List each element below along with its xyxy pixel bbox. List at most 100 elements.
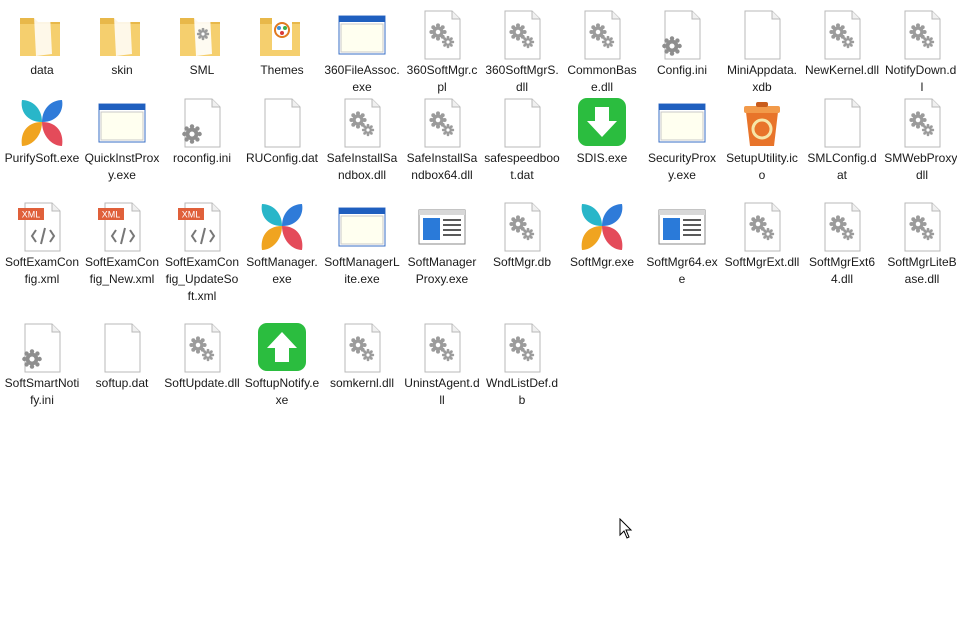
application-window-blue-icon [416, 202, 468, 252]
file-item[interactable]: SecurityProxy.exe [642, 92, 722, 184]
gear-file-icon [496, 202, 548, 252]
file-label: somkernl.dll [329, 376, 395, 390]
settings-file-icon [656, 10, 708, 60]
file-item[interactable]: SoftSmartNotify.ini [2, 317, 82, 409]
file-item[interactable]: MiniAppdata.xdb [722, 4, 802, 96]
file-label: Config.ini [656, 63, 708, 77]
file-item[interactable]: Config.ini [642, 4, 722, 79]
green-upload-icon [256, 323, 308, 373]
blank-file-icon [736, 10, 788, 60]
file-item[interactable]: skin [82, 4, 162, 79]
file-item[interactable]: 360FileAssoc.exe [322, 4, 402, 96]
file-label: 360FileAssoc.exe [324, 63, 400, 94]
file-item[interactable]: UninstAgent.dll [402, 317, 482, 409]
file-item[interactable]: SoftMgrLiteBase.dll [882, 196, 957, 288]
petal-logo-icon [16, 98, 68, 148]
file-label: CommonBase.dll [567, 63, 637, 94]
file-item[interactable]: safespeedboot.dat [482, 92, 562, 184]
file-label: SoftManagerProxy.exe [407, 255, 477, 286]
blank-file-icon [816, 98, 868, 148]
gear-file-icon [576, 10, 628, 60]
file-item[interactable]: SDIS.exe [562, 92, 642, 167]
blank-file-icon [496, 98, 548, 148]
file-label: Themes [260, 63, 304, 77]
file-item[interactable]: SoftMgr.exe [562, 196, 642, 271]
file-item[interactable]: SoftManager.exe [242, 196, 322, 288]
file-item[interactable]: SoftManagerProxy.exe [402, 196, 482, 288]
gear-file-icon [416, 323, 468, 373]
file-item[interactable]: SMLConfig.dat [802, 92, 882, 184]
file-item[interactable]: 360SoftMgr.cpl [402, 4, 482, 96]
gear-file-icon [896, 10, 948, 60]
file-item[interactable]: SoftMgr.db [482, 196, 562, 271]
file-item[interactable]: QuickInstProxy.exe [82, 92, 162, 184]
settings-file-icon [176, 98, 228, 148]
application-window-blue-icon [656, 202, 708, 252]
settings-file-icon [16, 323, 68, 373]
file-item[interactable]: SetupUtility.ico [722, 92, 802, 184]
file-item[interactable]: somkernl.dll [322, 317, 402, 392]
file-label: QuickInstProxy.exe [84, 151, 160, 182]
file-item[interactable]: SML [162, 4, 242, 79]
gear-file-icon [336, 98, 388, 148]
folder-icon [96, 10, 148, 60]
file-label: safespeedboot.dat [484, 151, 560, 182]
file-item[interactable]: SoftMgr64.exe [642, 196, 722, 288]
file-item[interactable]: PurifySoft.exe [2, 92, 82, 167]
file-item[interactable]: SoftMgrExt64.dll [802, 196, 882, 288]
folder-icon [16, 10, 68, 60]
svg-text:XML: XML [102, 210, 121, 220]
file-label: SoftMgr.exe [569, 255, 635, 269]
file-label: RUConfig.dat [245, 151, 319, 165]
file-label: SetupUtility.ico [726, 151, 798, 182]
file-item[interactable]: 360SoftMgrS.dll [482, 4, 562, 96]
file-item[interactable]: SoftupNotify.exe [242, 317, 322, 409]
file-item[interactable]: SMWebProxy.dll [882, 92, 957, 184]
file-item[interactable]: RUConfig.dat [242, 92, 322, 167]
file-item[interactable]: NewKernel.dll [802, 4, 882, 79]
file-label: SoftMgrLiteBase.dll [887, 255, 957, 286]
file-label: SoftMgr.db [492, 255, 552, 269]
file-item[interactable]: SafeInstallSandbox64.dll [402, 92, 482, 184]
gear-file-icon [496, 323, 548, 373]
file-item[interactable]: roconfig.ini [162, 92, 242, 167]
gear-file-icon [736, 202, 788, 252]
file-item[interactable]: CommonBase.dll [562, 4, 642, 96]
file-label: SoftMgrExt.dll [724, 255, 800, 269]
application-window-icon [96, 98, 148, 148]
petal-logo-icon [256, 202, 308, 252]
file-item[interactable]: SoftManagerLite.exe [322, 196, 402, 288]
file-item[interactable]: data [2, 4, 82, 79]
file-item[interactable]: WndListDef.db [482, 317, 562, 409]
file-label: softup.dat [95, 376, 149, 390]
file-label: data [30, 63, 54, 77]
file-item[interactable]: XML SoftExamConfig_UpdateSoft.xml [162, 196, 242, 305]
file-label: SoftSmartNotify.ini [4, 376, 80, 407]
file-item[interactable]: Themes [242, 4, 322, 79]
file-label: SMWebProxy.dll [884, 151, 957, 182]
file-label: SoftUpdate.dll [164, 376, 240, 390]
file-item[interactable]: XML SoftExamConfig.xml [2, 196, 82, 288]
file-label: 360SoftMgr.cpl [406, 63, 478, 94]
file-label: SDIS.exe [576, 151, 628, 165]
file-item[interactable]: softup.dat [82, 317, 162, 392]
file-label: SafeInstallSandbox64.dll [406, 151, 478, 182]
file-label: SoftupNotify.exe [244, 376, 320, 407]
gear-file-icon [816, 202, 868, 252]
file-item[interactable]: SoftUpdate.dll [162, 317, 242, 392]
mouse-cursor-icon [619, 518, 633, 539]
file-label: SecurityProxy.exe [647, 151, 717, 182]
application-window-icon [656, 98, 708, 148]
file-item[interactable]: NotifyDown.dll [882, 4, 957, 96]
file-item[interactable]: XML SoftExamConfig_New.xml [82, 196, 162, 288]
application-window-icon [336, 10, 388, 60]
xml-file-icon: XML [96, 202, 148, 252]
svg-text:XML: XML [22, 210, 41, 220]
petal-logo-icon [576, 202, 628, 252]
file-item[interactable]: SafeInstallSandbox.dll [322, 92, 402, 184]
file-label: PurifySoft.exe [4, 151, 80, 165]
file-label: NotifyDown.dll [884, 63, 957, 94]
file-label: SoftMgr64.exe [646, 255, 718, 286]
file-item[interactable]: SoftMgrExt.dll [722, 196, 802, 271]
folder-icon [256, 10, 308, 60]
